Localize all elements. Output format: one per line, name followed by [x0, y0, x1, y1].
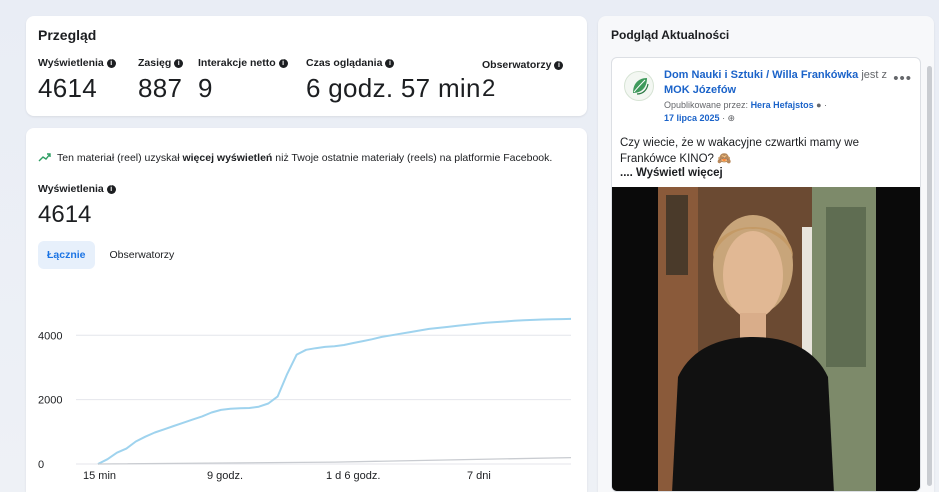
metric-interactions-label: Interakcje netto [198, 57, 276, 69]
post-preview: Dom Nauki i Sztuki / Willa Frankówka jes… [611, 57, 921, 492]
post-date-link[interactable]: 17 lipca 2025 [664, 113, 720, 123]
metric-views-value: 4614 [38, 73, 98, 103]
page-name-link[interactable]: Dom Nauki i Sztuki / Willa Frankówka [664, 69, 858, 81]
chart-metric-value: 4614 [38, 201, 92, 228]
x-tick-label: 7 dni [467, 470, 491, 482]
more-options-icon[interactable]: ••• [893, 70, 912, 87]
feed-preview-panel: Podgląd Aktualności Dom Nauki i Sztuki /… [598, 16, 934, 492]
overview-title: Przegląd [38, 27, 97, 43]
video-frame-image [612, 187, 920, 491]
info-icon[interactable]: i [106, 58, 116, 68]
metric-watch-time-label: Czas oglądania [306, 57, 383, 69]
preview-title: Podgląd Aktualności [611, 28, 730, 42]
trending-up-icon [38, 151, 51, 165]
published-by-label: Opublikowane przez: [664, 100, 749, 110]
metric-followers: Obserwatorzy i 2 [482, 59, 564, 103]
page-avatar[interactable] [624, 71, 654, 101]
chart-metric-label-text: Wyświetlenia [38, 183, 104, 195]
is-with-text: jest z [861, 69, 888, 81]
post-header: Dom Nauki i Sztuki / Willa Frankówka jes… [664, 68, 894, 98]
info-icon[interactable]: i [106, 184, 116, 194]
see-more-link[interactable]: .... Wyświetl więcej [620, 167, 723, 179]
views-chart-card: Ten materiał (reel) uzyskał więcej wyświ… [26, 128, 587, 492]
post-meta: Opublikowane przez: Hera Hefajstos ● · 1… [664, 100, 828, 123]
y-tick-label: 4000 [38, 330, 62, 342]
help-icon: ● [816, 100, 822, 110]
metric-followers-label: Obserwatorzy [482, 59, 552, 71]
info-icon[interactable]: i [278, 58, 288, 68]
metric-views-label: Wyświetlenia [38, 57, 104, 69]
info-icon[interactable]: i [385, 58, 395, 68]
publisher-link[interactable]: Hera Hefajstos [751, 100, 814, 110]
info-icon[interactable]: i [554, 60, 564, 70]
y-tick-label: 0 [38, 459, 44, 471]
series-line-followers [97, 456, 572, 465]
metric-followers-value: 2 [482, 75, 496, 102]
leaf-logo-icon [633, 78, 649, 95]
metric-views: Wyświetlenia i 4614 [38, 57, 116, 104]
metric-reach-label: Zasięg [138, 57, 172, 69]
with-page-link[interactable]: MOK Józefów [664, 84, 736, 96]
insight-text-post: niż Twoje ostatnie materiały (reels) na … [275, 152, 553, 164]
insight-text-pre: Ten materiał (reel) uzyskał [57, 152, 180, 164]
x-tick-label: 15 min [83, 470, 116, 482]
metric-interactions-value: 9 [198, 73, 213, 103]
globe-icon: · ⊕ [722, 113, 736, 123]
y-tick-label: 2000 [38, 395, 62, 407]
info-icon[interactable]: i [174, 58, 184, 68]
chart-metric-label: Wyświetlenia i [38, 183, 116, 195]
x-tick-label: 1 d 6 godz. [326, 470, 380, 482]
tab-total[interactable]: Łącznie [38, 241, 95, 269]
insight-text-bold: więcej wyświetleń [182, 152, 273, 164]
metric-watch-time-value: 6 godz. 57 min [306, 73, 481, 103]
metric-reach: Zasięg i 887 [138, 57, 184, 104]
panel-scrollbar[interactable] [927, 66, 932, 486]
insight-banner: Ten materiał (reel) uzyskał więcej wyświ… [38, 151, 552, 165]
video-preview[interactable] [612, 187, 920, 491]
x-tick-label: 9 godz. [207, 470, 243, 482]
metric-interactions: Interakcje netto i 9 [198, 57, 288, 104]
overview-card: Przegląd Wyświetlenia i 4614 Zasięg i 887 … [26, 16, 587, 116]
post-text: Czy wiecie, że w wakacyjne czwartki mamy… [620, 137, 860, 165]
metric-watch-time: Czas oglądania i 6 godz. 57 min [306, 57, 481, 104]
tab-followers[interactable]: Obserwatorzy [101, 241, 184, 269]
series-line-total [97, 317, 572, 465]
chart-tabs: Łącznie Obserwatorzy [38, 241, 183, 269]
views-line-chart: 0 2000 4000 15 min 9 godz. 1 d 6 godz. 7 dni [38, 317, 572, 482]
metric-reach-value: 887 [138, 73, 183, 103]
